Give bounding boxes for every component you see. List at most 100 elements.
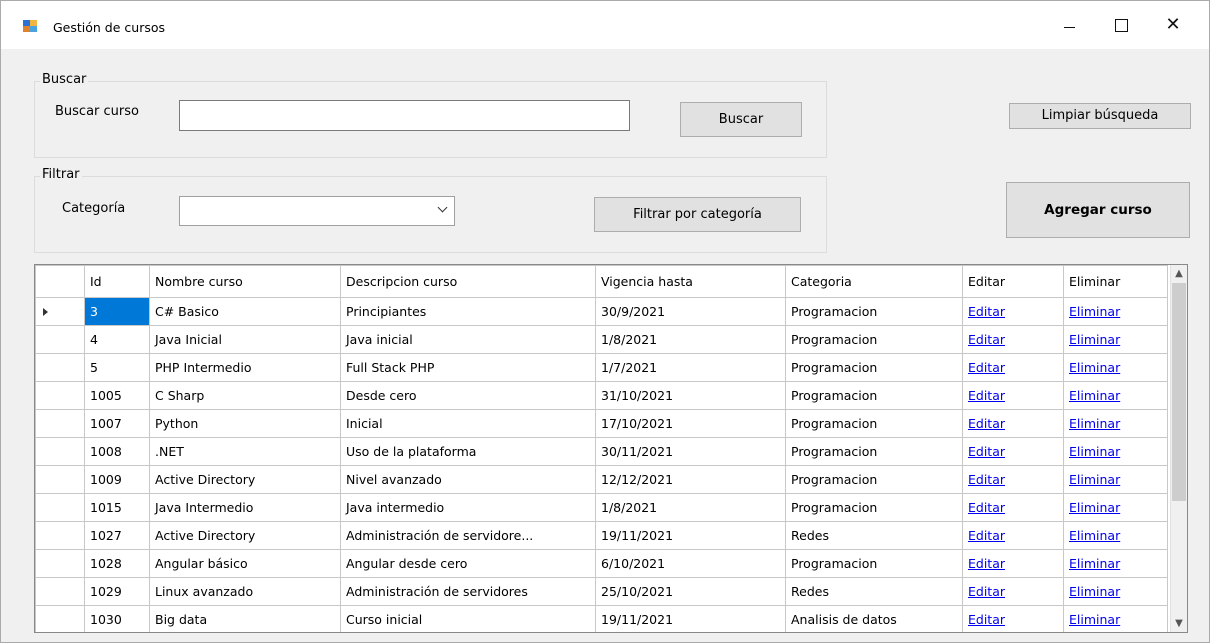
cell-descripcion[interactable]: Nivel avanzado <box>340 465 596 494</box>
cell-vigencia[interactable]: 1/8/2021 <box>595 325 786 354</box>
cell-categoria[interactable]: Redes <box>785 521 963 550</box>
courses-grid[interactable]: Id Nombre curso Descripcion curso Vigenc… <box>34 264 1188 633</box>
category-select[interactable] <box>179 196 455 226</box>
cell-nombre[interactable]: Angular básico <box>149 549 341 578</box>
cell-id[interactable]: 1028 <box>84 549 150 578</box>
cell-eliminar[interactable]: Eliminar <box>1063 493 1168 522</box>
cell-descripcion[interactable]: Java inicial <box>340 325 596 354</box>
scrollbar-thumb[interactable] <box>1172 283 1186 501</box>
cell-nombre[interactable]: PHP Intermedio <box>149 353 341 382</box>
table-row[interactable]: 1008 .NET Uso de la plataforma 30/11/2021 Pr… <box>35 437 1168 466</box>
cell-descripcion[interactable]: Administración de servidores <box>340 577 596 606</box>
cell-categoria[interactable]: Redes <box>785 577 963 606</box>
edit-link[interactable]: Editar <box>968 360 1005 375</box>
cell-eliminar[interactable]: Eliminar <box>1063 437 1168 466</box>
cell-vigencia[interactable]: 1/8/2021 <box>595 493 786 522</box>
cell-descripcion[interactable]: Full Stack PHP <box>340 353 596 382</box>
search-button[interactable]: Buscar <box>680 102 802 137</box>
cell-categoria[interactable]: Programacion <box>785 437 963 466</box>
cell-editar[interactable]: Editar <box>962 521 1064 550</box>
cell-descripcion[interactable]: Curso inicial <box>340 605 596 632</box>
cell-id[interactable]: 1027 <box>84 521 150 550</box>
edit-link[interactable]: Editar <box>968 500 1005 515</box>
cell-id[interactable]: 1008 <box>84 437 150 466</box>
cell-eliminar[interactable]: Eliminar <box>1063 381 1168 410</box>
close-button[interactable]: ✕ <box>1163 15 1183 35</box>
cell-eliminar[interactable]: Eliminar <box>1063 409 1168 438</box>
delete-link[interactable]: Eliminar <box>1069 304 1120 319</box>
cell-id[interactable]: 1029 <box>84 577 150 606</box>
cell-eliminar[interactable]: Eliminar <box>1063 297 1168 326</box>
cell-vigencia[interactable]: 1/7/2021 <box>595 353 786 382</box>
row-header[interactable] <box>35 493 85 522</box>
cell-id[interactable]: 1007 <box>84 409 150 438</box>
row-header[interactable] <box>35 381 85 410</box>
edit-link[interactable]: Editar <box>968 556 1005 571</box>
row-header[interactable] <box>35 605 85 632</box>
cell-categoria[interactable]: Programacion <box>785 381 963 410</box>
cell-nombre[interactable]: Active Directory <box>149 521 341 550</box>
cell-eliminar[interactable]: Eliminar <box>1063 549 1168 578</box>
cell-eliminar[interactable]: Eliminar <box>1063 577 1168 606</box>
table-row[interactable]: 1030 Big data Curso inicial 19/11/2021 Anali… <box>35 605 1168 632</box>
cell-id[interactable]: 1015 <box>84 493 150 522</box>
row-header[interactable] <box>35 297 85 326</box>
cell-nombre[interactable]: C# Basico <box>149 297 341 326</box>
cell-editar[interactable]: Editar <box>962 465 1064 494</box>
table-row[interactable]: 1029 Linux avanzado Administración de serv… <box>35 577 1168 606</box>
table-row[interactable]: 1005 C Sharp Desde cero 31/10/2021 Programac… <box>35 381 1168 410</box>
delete-link[interactable]: Eliminar <box>1069 556 1120 571</box>
row-header[interactable] <box>35 325 85 354</box>
delete-link[interactable]: Eliminar <box>1069 388 1120 403</box>
cell-editar[interactable]: Editar <box>962 493 1064 522</box>
cell-categoria[interactable]: Programacion <box>785 325 963 354</box>
cell-categoria[interactable]: Programacion <box>785 493 963 522</box>
row-header[interactable] <box>35 521 85 550</box>
edit-link[interactable]: Editar <box>968 332 1005 347</box>
cell-nombre[interactable]: Big data <box>149 605 341 632</box>
scroll-down-arrow-icon[interactable]: ▼ <box>1171 615 1187 632</box>
delete-link[interactable]: Eliminar <box>1069 472 1120 487</box>
cell-vigencia[interactable]: 17/10/2021 <box>595 409 786 438</box>
scroll-up-arrow-icon[interactable]: ▲ <box>1171 265 1187 282</box>
column-header-nombre[interactable]: Nombre curso <box>149 265 341 298</box>
delete-link[interactable]: Eliminar <box>1069 416 1120 431</box>
table-row[interactable]: 1007 Python Inicial 17/10/2021 Programacion E… <box>35 409 1168 438</box>
cell-vigencia[interactable]: 12/12/2021 <box>595 465 786 494</box>
cell-id[interactable]: 1009 <box>84 465 150 494</box>
cell-vigencia[interactable]: 30/9/2021 <box>595 297 786 326</box>
cell-vigencia[interactable]: 6/10/2021 <box>595 549 786 578</box>
edit-link[interactable]: Editar <box>968 416 1005 431</box>
delete-link[interactable]: Eliminar <box>1069 612 1120 627</box>
edit-link[interactable]: Editar <box>968 444 1005 459</box>
cell-descripcion[interactable]: Administración de servidore... <box>340 521 596 550</box>
cell-editar[interactable]: Editar <box>962 605 1064 632</box>
edit-link[interactable]: Editar <box>968 612 1005 627</box>
cell-nombre[interactable]: .NET <box>149 437 341 466</box>
cell-eliminar[interactable]: Eliminar <box>1063 465 1168 494</box>
table-row[interactable]: 3 C# Basico Principiantes 30/9/2021 Programa… <box>35 297 1168 326</box>
clear-search-button[interactable]: Limpiar búsqueda <box>1009 103 1191 129</box>
cell-editar[interactable]: Editar <box>962 353 1064 382</box>
cell-id[interactable]: 1005 <box>84 381 150 410</box>
table-row[interactable]: 4 Java Inicial Java inicial 1/8/2021 Program… <box>35 325 1168 354</box>
column-header-descripcion[interactable]: Descripcion curso <box>340 265 596 298</box>
cell-editar[interactable]: Editar <box>962 437 1064 466</box>
cell-editar[interactable]: Editar <box>962 577 1064 606</box>
delete-link[interactable]: Eliminar <box>1069 584 1120 599</box>
delete-link[interactable]: Eliminar <box>1069 444 1120 459</box>
minimize-button[interactable] <box>1059 15 1079 35</box>
cell-eliminar[interactable]: Eliminar <box>1063 353 1168 382</box>
table-row[interactable]: 1028 Angular básico Angular desde cero 6/10… <box>35 549 1168 578</box>
maximize-button[interactable] <box>1111 15 1131 35</box>
cell-editar[interactable]: Editar <box>962 381 1064 410</box>
delete-link[interactable]: Eliminar <box>1069 332 1120 347</box>
row-header[interactable] <box>35 577 85 606</box>
title-bar[interactable]: Gestión de cursos ✕ <box>1 1 1209 49</box>
edit-link[interactable]: Editar <box>968 528 1005 543</box>
column-header-id[interactable]: Id <box>84 265 150 298</box>
delete-link[interactable]: Eliminar <box>1069 360 1120 375</box>
edit-link[interactable]: Editar <box>968 388 1005 403</box>
search-input[interactable] <box>179 100 630 131</box>
cell-categoria[interactable]: Programacion <box>785 409 963 438</box>
